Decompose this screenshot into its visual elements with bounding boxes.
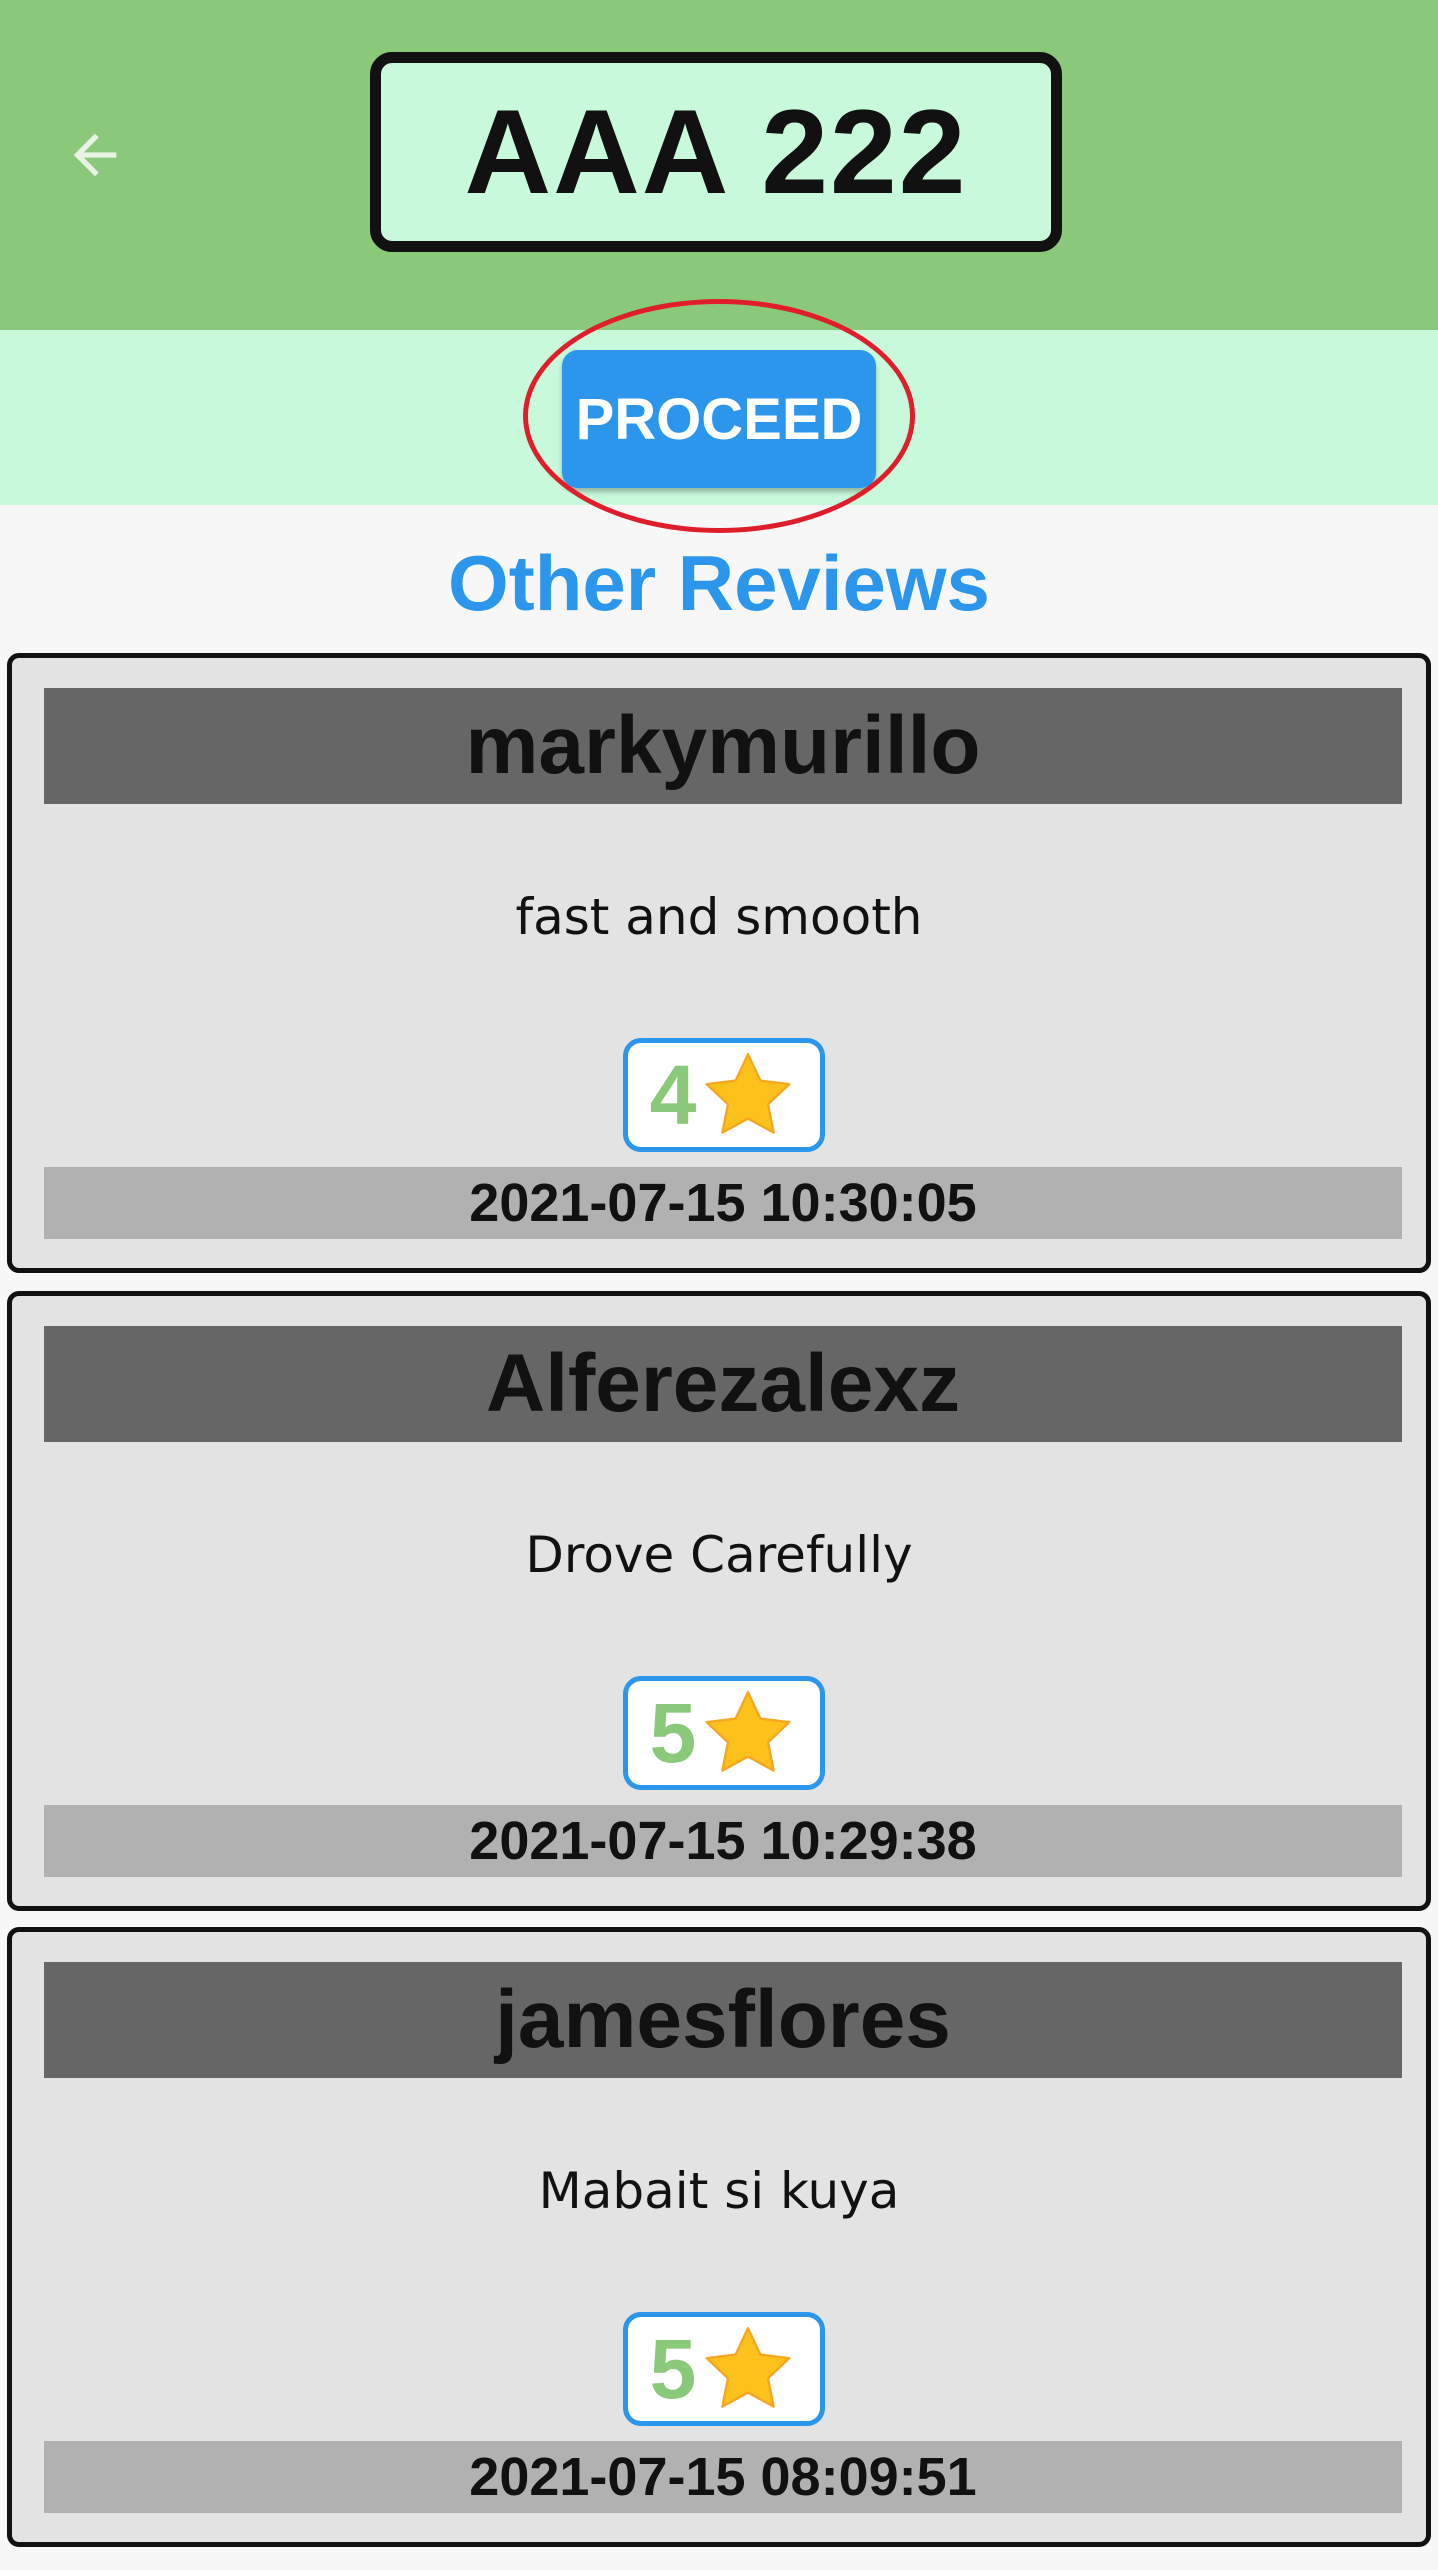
section-title: Other Reviews (448, 539, 990, 627)
review-card: jamesflores Mabait si kuya 5 2021-07-15 … (7, 1927, 1431, 2547)
reviewer-name: markymurillo (44, 688, 1402, 804)
proceed-button[interactable]: PROCEED (562, 350, 876, 488)
star-icon (705, 2327, 791, 2408)
review-card: Alferezalexz Drove Carefully 5 2021-07-1… (7, 1291, 1431, 1911)
review-date: 2021-07-15 08:09:51 (44, 2441, 1402, 2513)
reviewer-name: Alferezalexz (44, 1326, 1402, 1442)
review-comment: fast and smooth (515, 888, 923, 946)
reviewer-name: jamesflores (44, 1962, 1402, 2078)
rating-badge: 5 (623, 1676, 825, 1790)
plate-number-box: AAA 222 (370, 52, 1062, 252)
arrow-left-icon (73, 133, 117, 177)
review-comment: Mabait si kuya (538, 2162, 900, 2220)
back-button[interactable] (55, 115, 135, 195)
plate-number: AAA 222 (464, 85, 968, 219)
rating-badge: 4 (623, 1038, 825, 1152)
rating-value: 5 (649, 1686, 697, 1780)
review-comment: Drove Carefully (525, 1526, 913, 1584)
rating-value: 5 (649, 2322, 697, 2416)
rating-value: 4 (649, 1048, 697, 1142)
review-date: 2021-07-15 10:29:38 (44, 1805, 1402, 1877)
review-card: markymurillo fast and smooth 4 2021-07-1… (7, 653, 1431, 1273)
app-header: AAA 222 (0, 0, 1438, 330)
review-date: 2021-07-15 10:30:05 (44, 1167, 1402, 1239)
star-icon (705, 1053, 791, 1134)
star-icon (705, 1691, 791, 1772)
rating-badge: 5 (623, 2312, 825, 2426)
